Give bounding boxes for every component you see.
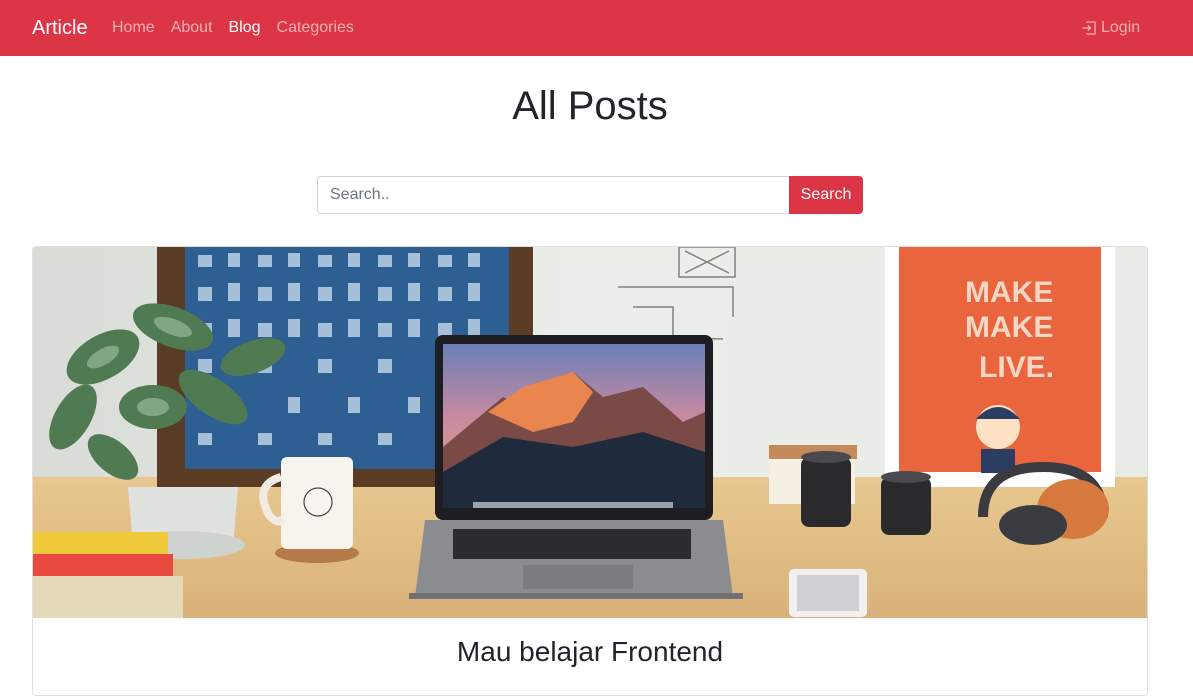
search-group: Search <box>317 176 863 214</box>
nav-links: Home About Blog Categories <box>112 18 354 38</box>
post-card[interactable]: MAKE MAKE LIVE. Mau belajar Frontend <box>32 246 1148 696</box>
svg-text:MAKE: MAKE <box>965 311 1053 344</box>
nav-link-categories[interactable]: Categories <box>277 18 354 38</box>
svg-text:MAKE: MAKE <box>965 276 1053 309</box>
sign-in-icon <box>1081 20 1097 36</box>
search-input[interactable] <box>317 176 789 214</box>
nav-link-blog[interactable]: Blog <box>229 18 261 38</box>
svg-text:LIVE.: LIVE. <box>979 351 1054 384</box>
page-title: All Posts <box>512 84 668 128</box>
login-label: Login <box>1101 19 1141 36</box>
navbar-brand[interactable]: Article <box>32 16 88 40</box>
post-image: MAKE MAKE LIVE. <box>33 247 1147 618</box>
nav-link-about[interactable]: About <box>171 18 213 38</box>
post-title[interactable]: Mau belajar Frontend <box>33 635 1147 669</box>
navbar: Article Home About Blog Categories Login <box>0 0 1193 56</box>
login-link[interactable]: Login <box>1081 18 1140 38</box>
search-button[interactable]: Search <box>789 176 863 214</box>
nav-link-home[interactable]: Home <box>112 18 155 38</box>
